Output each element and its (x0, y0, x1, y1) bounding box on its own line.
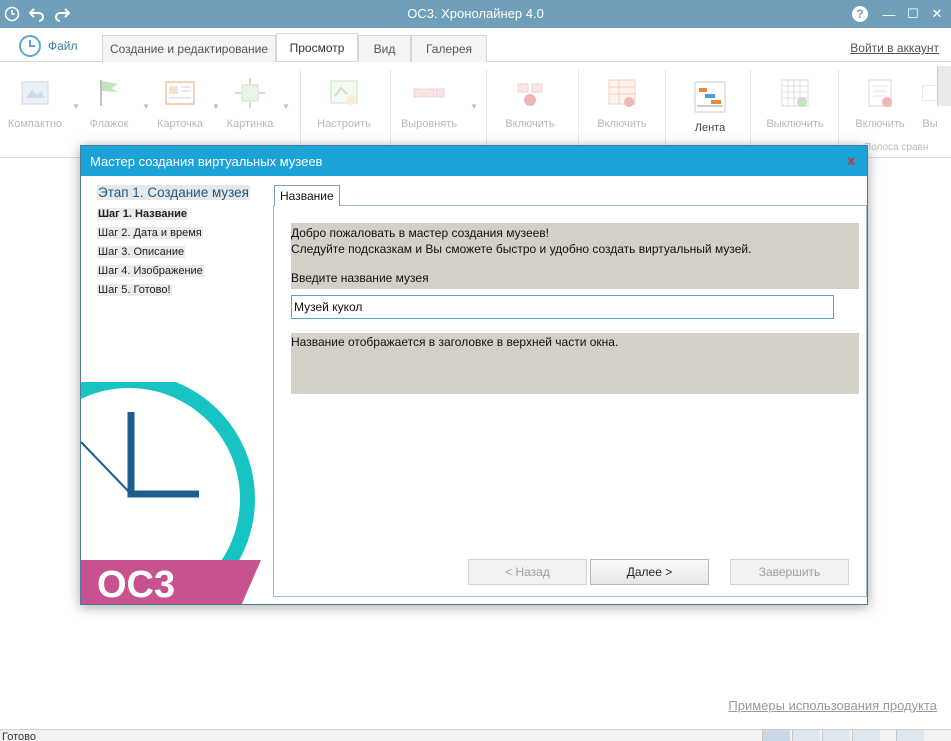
svg-text:?: ? (856, 7, 863, 21)
step-name[interactable]: Шаг 1. Название (97, 208, 188, 220)
ribbon-separator (665, 70, 666, 148)
zoom-icon[interactable] (852, 730, 880, 741)
login-link[interactable]: Войти в аккаунт (850, 41, 939, 55)
compact-icon (21, 81, 49, 105)
ribbon-label: Выключить (766, 118, 824, 130)
welcome-line-2: Следуйте подсказкам и Вы сможете быстро … (291, 242, 752, 256)
logo-text: ОС3 (97, 564, 175, 605)
card-button[interactable]: Карточка (145, 76, 215, 136)
finish-button[interactable]: Завершить (730, 559, 849, 585)
ribbon-separator (578, 70, 579, 148)
museum-wizard-dialog: Мастер создания виртуальных музеев x Эта… (80, 145, 868, 605)
ribbon-separator (486, 70, 487, 148)
file-menu-label: Файл (48, 39, 78, 53)
ribbon-label: Выровнять (400, 118, 458, 130)
hint-box: Название отображается в заголовке в верх… (291, 333, 859, 394)
enable-button-1[interactable]: Включить (495, 76, 565, 136)
tab-name[interactable]: Название (274, 185, 340, 206)
enable-button-2[interactable]: Включить (587, 76, 657, 136)
ribbon-label: Настроить (317, 118, 371, 130)
ribbon-tabs: Файл Создание и редактирование Просмотр … (0, 28, 951, 62)
align-button[interactable]: Выровнять (394, 76, 464, 136)
ribbon-label: Вы (922, 118, 938, 130)
dropdown-arrow-icon[interactable]: ▼ (470, 102, 478, 111)
ribbon-label: Лента (694, 122, 726, 134)
ribbon-label: Компактно (7, 118, 63, 130)
help-icon[interactable]: ? (851, 5, 869, 23)
examples-link[interactable]: Примеры использования продукта (728, 698, 937, 713)
ribbon-label: Включить (855, 118, 905, 130)
oc3-logo: ОС3 (81, 382, 271, 605)
ribbon-label: Включить (597, 118, 647, 130)
dialog-title: Мастер создания виртуальных музеев (90, 154, 323, 169)
stage-label: Этап 1. Создание музея (97, 185, 250, 200)
table-enable-icon (608, 79, 636, 107)
step-date-time[interactable]: Шаг 2. Дата и время (97, 227, 203, 239)
mail-icon[interactable] (896, 730, 924, 741)
welcome-line-1: Добро пожаловать в мастер создания музее… (291, 226, 550, 240)
name-prompt: Введите название музея (291, 271, 429, 285)
card-icon (165, 81, 195, 105)
dialog-title-bar: Мастер создания виртуальных музеев (81, 146, 867, 176)
back-button[interactable]: < Назад (468, 559, 587, 585)
ribbon-scroll[interactable] (937, 66, 951, 106)
close-button[interactable]: ✕ (928, 5, 946, 23)
disable-button[interactable]: Выключить (760, 76, 830, 136)
step-description[interactable]: Шаг 3. Описание (97, 246, 186, 258)
tape-icon (694, 81, 726, 113)
grid-disable-icon (781, 79, 809, 107)
step-image[interactable]: Шаг 4. Изображение (97, 265, 204, 277)
ribbon-separator (300, 70, 301, 148)
list-enable-icon (868, 79, 892, 107)
ribbon-label: Картинка (226, 118, 274, 130)
next-button[interactable]: Далее > (590, 559, 709, 585)
wizard-content: Название Добро пожаловать в мастер созда… (272, 176, 867, 604)
dropdown-arrow-icon[interactable]: ▼ (282, 102, 290, 111)
museum-name-input[interactable] (291, 295, 834, 319)
enable-button-3[interactable]: Включить (845, 76, 915, 136)
step-done[interactable]: Шаг 5. Готово! (97, 284, 172, 296)
dialog-close-icon[interactable]: x (847, 152, 855, 168)
view-mode-icon[interactable] (762, 730, 790, 741)
wizard-steps: Этап 1. Создание музея Шаг 1. Название Ш… (81, 176, 271, 605)
ribbon-separator (838, 70, 839, 148)
maximize-button[interactable]: ☐ (904, 5, 922, 23)
picture-button[interactable]: Картинка (215, 76, 285, 136)
ribbon-tape-button[interactable]: Лента (675, 80, 745, 140)
flag-icon (100, 80, 118, 106)
tab-view[interactable]: Вид (358, 35, 411, 62)
file-clock-icon (19, 35, 41, 57)
tab-view-mode[interactable]: Просмотр (276, 33, 358, 61)
configure-icon (330, 80, 358, 105)
ribbon-separator (750, 70, 751, 148)
table-view-icon[interactable] (792, 730, 820, 741)
title-bar: ОС3. Хронолайнер 4.0 ? — ☐ ✕ (0, 0, 951, 28)
file-menu[interactable]: Файл (18, 34, 78, 58)
ribbon-label: Флажок (89, 118, 129, 130)
tab-create-edit[interactable]: Создание и редактирование (102, 35, 276, 62)
minimize-button[interactable]: — (880, 5, 898, 23)
tab-gallery[interactable]: Галерея (411, 35, 487, 62)
align-icon (413, 88, 445, 98)
flag-button[interactable]: Флажок (74, 76, 144, 136)
ribbon-label: Карточка (156, 118, 204, 130)
ribbon-label: Включить (505, 118, 555, 130)
ribbon: Компактно ▼ Флажок ▼ Карточка ▼ Картинка… (0, 62, 951, 158)
configure-button[interactable]: Настроить (309, 76, 379, 136)
status-text: Готово (2, 731, 36, 741)
ribbon-group-label: Полоса сравн (864, 142, 929, 153)
ribbon-separator (390, 70, 391, 148)
image-view-icon[interactable] (822, 730, 850, 741)
compact-button[interactable]: Компактно (0, 76, 70, 136)
enable-icon (517, 83, 543, 106)
picture-icon (235, 78, 265, 108)
hint-text: Название отображается в заголовке в верх… (291, 335, 619, 349)
name-panel: Добро пожаловать в мастер создания музее… (273, 205, 867, 597)
status-bar: Готово (0, 729, 951, 741)
window-title: ОС3. Хронолайнер 4.0 (407, 6, 544, 21)
